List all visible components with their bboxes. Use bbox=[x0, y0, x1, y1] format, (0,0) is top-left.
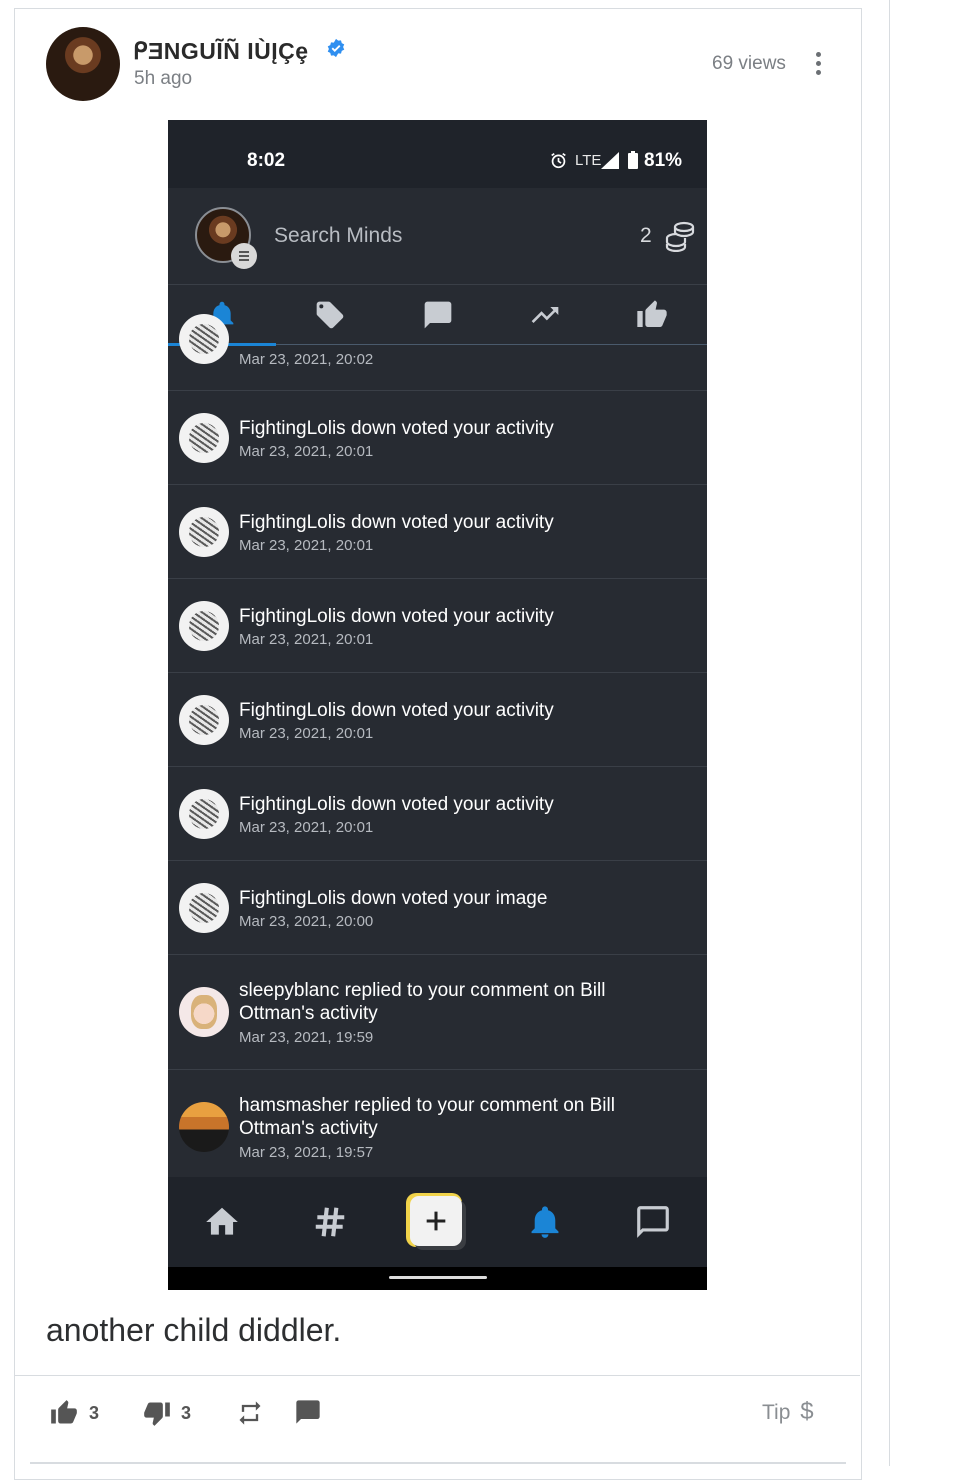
tab-thumbs-up-icon[interactable] bbox=[636, 299, 668, 331]
remind-icon[interactable] bbox=[236, 1399, 264, 1427]
notification-date: Mar 23, 2021, 20:01 bbox=[239, 631, 374, 648]
notification-title: hamsmasher replied to your comment on Bi… bbox=[239, 1095, 615, 1139]
notification-title: FightingLolis down voted your activity bbox=[239, 512, 554, 533]
notification-item[interactable]: FightingLolis down voted your activity M… bbox=[168, 767, 707, 861]
gesture-bar bbox=[168, 1267, 707, 1290]
author-avatar[interactable] bbox=[46, 27, 120, 101]
hashtag-icon[interactable] bbox=[311, 1203, 349, 1241]
upvote-count: 3 bbox=[89, 1403, 100, 1423]
tokens-icon[interactable] bbox=[665, 220, 695, 252]
more-options-icon[interactable] bbox=[812, 52, 824, 78]
post-caption: another child diddler. bbox=[46, 1312, 342, 1348]
dollar-icon: $ bbox=[800, 1398, 814, 1425]
comment-icon[interactable] bbox=[294, 1398, 322, 1426]
chat-icon[interactable] bbox=[634, 1203, 672, 1241]
status-time: 8:02 bbox=[247, 150, 286, 171]
attached-screenshot[interactable]: 8:02 LTE 81% Search Minds 2 Mar 23, 2021… bbox=[168, 120, 707, 1290]
downvote-count: 3 bbox=[181, 1403, 192, 1423]
notification-date: Mar 23, 2021, 20:01 bbox=[239, 537, 374, 554]
compose-plus-icon bbox=[410, 1196, 462, 1246]
notification-item[interactable]: FightingLolis down voted your activity M… bbox=[168, 673, 707, 767]
notification-title: FightingLolis down voted your activity bbox=[239, 418, 554, 439]
notification-item[interactable]: sleepyblanc replied to your comment on B… bbox=[168, 955, 707, 1070]
search-placeholder[interactable]: Search Minds bbox=[274, 224, 402, 248]
notification-avatar bbox=[179, 883, 229, 933]
notification-item[interactable]: FightingLolis down voted your activity M… bbox=[168, 485, 707, 579]
notification-avatar bbox=[179, 695, 229, 745]
sidebar-divider bbox=[889, 0, 890, 1466]
downvote-icon[interactable] bbox=[143, 1399, 171, 1427]
notification-avatar bbox=[179, 314, 229, 364]
notification-item[interactable]: FightingLolis down voted your activity M… bbox=[168, 391, 707, 485]
tab-trending-icon[interactable] bbox=[529, 299, 561, 331]
notification-date: Mar 23, 2021, 19:59 bbox=[239, 1029, 374, 1046]
notification-item[interactable]: Mar 23, 2021, 20:02 bbox=[168, 314, 707, 391]
search-bar[interactable]: Search Minds 2 bbox=[168, 188, 707, 285]
author-name[interactable]: ᑭƎNGUĨÑ ƖÙĮÇȩ bbox=[133, 38, 309, 65]
notification-item[interactable]: hamsmasher replied to your comment on Bi… bbox=[168, 1070, 707, 1176]
notification-date: Mar 23, 2021, 20:01 bbox=[239, 443, 374, 460]
compose-button[interactable] bbox=[406, 1193, 462, 1247]
battery-level: 81% bbox=[644, 150, 683, 171]
notification-date: Mar 23, 2021, 20:01 bbox=[239, 725, 374, 742]
notification-date: Mar 23, 2021, 19:57 bbox=[239, 1144, 374, 1161]
home-icon[interactable] bbox=[203, 1203, 241, 1241]
network-type: LTE bbox=[575, 152, 602, 169]
notification-avatar bbox=[179, 789, 229, 839]
bottom-navigation bbox=[168, 1177, 707, 1267]
notification-date: Mar 23, 2021, 20:00 bbox=[239, 913, 374, 930]
notification-avatar bbox=[179, 601, 229, 651]
view-count: 69 views bbox=[712, 53, 786, 74]
notification-item[interactable]: FightingLolis down voted your image Mar … bbox=[168, 861, 707, 955]
verified-badge-icon bbox=[327, 38, 345, 58]
notification-date: Mar 23, 2021, 20:01 bbox=[239, 819, 374, 836]
notification-title: FightingLolis down voted your activity bbox=[239, 794, 554, 815]
notification-avatar bbox=[179, 1102, 229, 1152]
post-actions: 3 3 Tip $ bbox=[14, 1376, 860, 1446]
notification-title: FightingLolis down voted your image bbox=[239, 888, 548, 909]
signal-icon bbox=[601, 152, 619, 169]
notification-item[interactable]: FightingLolis down voted your activity M… bbox=[168, 579, 707, 673]
tab-divider bbox=[276, 344, 707, 345]
upvote-icon[interactable] bbox=[50, 1399, 78, 1427]
card-bottom-border bbox=[30, 1462, 846, 1464]
notification-title: FightingLolis down voted your activity bbox=[239, 606, 554, 627]
notification-avatar bbox=[179, 987, 229, 1037]
alarm-icon bbox=[551, 152, 566, 169]
tab-chat-icon[interactable] bbox=[422, 299, 454, 331]
notification-avatar bbox=[179, 507, 229, 557]
notification-title: sleepyblanc replied to your comment on B… bbox=[239, 980, 606, 1024]
notification-avatar bbox=[179, 413, 229, 463]
bell-icon[interactable] bbox=[526, 1203, 564, 1241]
phone-status-bar: 8:02 LTE 81% bbox=[168, 120, 707, 188]
post-time: 5h ago bbox=[134, 68, 193, 89]
menu-icon[interactable] bbox=[231, 243, 257, 269]
notification-title: FightingLolis down voted your activity bbox=[239, 700, 554, 721]
tip-button[interactable]: Tip $ bbox=[762, 1398, 814, 1426]
notification-date: Mar 23, 2021, 20:02 bbox=[239, 351, 374, 368]
token-count: 2 bbox=[640, 224, 652, 247]
tab-tag-icon[interactable] bbox=[314, 299, 346, 331]
battery-icon bbox=[628, 151, 638, 169]
tip-label: Tip bbox=[762, 1401, 791, 1424]
notification-tabs bbox=[168, 285, 707, 345]
